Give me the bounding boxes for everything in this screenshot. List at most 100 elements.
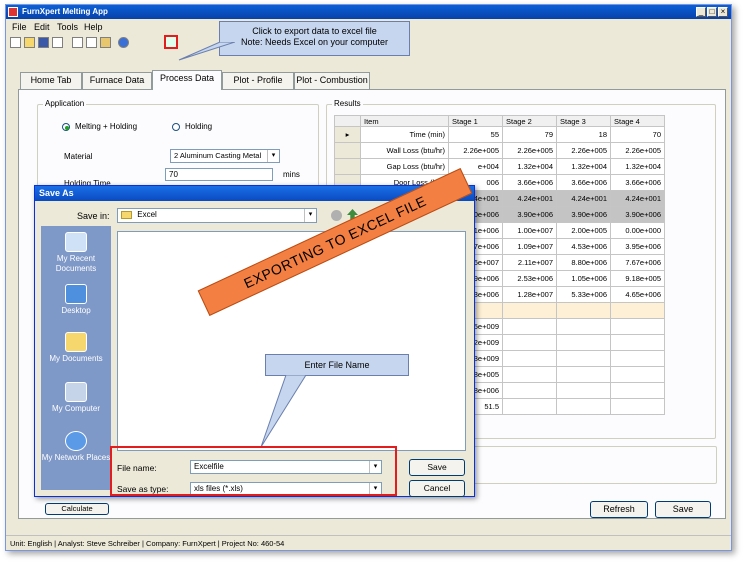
value-cell: 70 <box>610 126 665 143</box>
menu-tools[interactable]: Tools <box>57 22 78 32</box>
value-cell <box>502 350 557 367</box>
item-cell: Gap Loss (btu/hr) <box>360 158 449 175</box>
value-cell: 3.66e+006 <box>502 174 557 191</box>
print-icon[interactable] <box>52 37 63 48</box>
status-text: Unit: English | Analyst: Steve Schreiber… <box>10 539 285 548</box>
cut-icon[interactable] <box>72 37 83 48</box>
menu-edit[interactable]: Edit <box>34 22 50 32</box>
help-icon[interactable] <box>118 37 129 48</box>
back-icon[interactable] <box>331 210 342 221</box>
save-in-select[interactable]: Excel ▾ <box>117 208 317 223</box>
status-bar: Unit: English | Analyst: Steve Schreiber… <box>6 535 731 551</box>
value-cell: 4.24e+001 <box>502 190 557 207</box>
save-button[interactable]: Save <box>655 501 711 518</box>
tab-process-data[interactable]: Process Data <box>152 70 222 90</box>
value-cell: 2.53e+006 <box>502 270 557 287</box>
place-network[interactable]: My Network Places <box>41 431 111 463</box>
value-cell <box>610 366 665 383</box>
place-my-documents[interactable]: My Documents <box>41 332 111 364</box>
calculate-button[interactable]: Calculate <box>45 503 109 515</box>
column-header[interactable]: Stage 3 <box>556 115 611 127</box>
chevron-down-icon[interactable]: ▾ <box>304 209 316 222</box>
menu-file[interactable]: File <box>12 22 27 32</box>
desktop-icon <box>65 284 87 304</box>
radio-melting-holding[interactable] <box>62 123 70 131</box>
table-row[interactable]: Gap Loss (btu/hr) e+004 1.32e+004 1.32e+004… <box>334 158 665 175</box>
value-cell <box>502 382 557 399</box>
save-in-label: Save in: <box>77 211 110 221</box>
material-select[interactable]: 2 Aluminum Casting Metal ▾ <box>170 149 280 163</box>
place-network-label: My Network Places <box>41 453 111 462</box>
tab-furnace-data[interactable]: Furnace Data <box>82 72 152 89</box>
value-cell: 2.26e+005 <box>610 142 665 159</box>
save-disk-icon[interactable] <box>38 37 49 48</box>
callout-line1: Click to export data to excel file <box>252 26 377 36</box>
holding-time-input[interactable]: 70 <box>165 168 273 181</box>
value-cell <box>610 302 665 319</box>
tab-home[interactable]: Home Tab <box>20 72 82 89</box>
row-header[interactable]: ▸ <box>334 126 361 143</box>
my-documents-icon <box>65 332 87 352</box>
open-folder-icon[interactable] <box>24 37 35 48</box>
value-cell: 3.66e+006 <box>556 174 611 191</box>
place-recent-documents[interactable]: My Recent Documents <box>41 232 111 274</box>
value-cell: 8.80e+006 <box>556 254 611 271</box>
dialog-cancel-button[interactable]: Cancel <box>409 480 465 497</box>
close-button[interactable]: × <box>718 7 728 17</box>
value-cell <box>502 318 557 335</box>
value-cell <box>502 334 557 351</box>
value-cell <box>502 398 557 415</box>
value-cell: 2.26e+005 <box>556 142 611 159</box>
place-my-computer[interactable]: My Computer <box>41 382 111 414</box>
minimize-button[interactable]: _ <box>696 7 706 17</box>
place-recent-label: My Recent Documents <box>55 254 97 273</box>
chevron-down-icon[interactable]: ▾ <box>267 150 279 162</box>
row-header[interactable] <box>334 142 361 159</box>
column-header[interactable]: Stage 2 <box>502 115 557 127</box>
app-title-bar: FurnXpert Melting App <box>6 5 731 19</box>
value-cell: 3.95e+006 <box>610 238 665 255</box>
tab-plot-combustion[interactable]: Plot - Combustion <box>294 72 370 89</box>
value-cell: 18 <box>556 126 611 143</box>
refresh-button[interactable]: Refresh <box>590 501 648 518</box>
value-cell: 2.11e+007 <box>502 254 557 271</box>
value-cell: 0.00e+000 <box>610 222 665 239</box>
value-cell: 55 <box>448 126 503 143</box>
value-cell: 7.67e+006 <box>610 254 665 271</box>
maximize-button[interactable]: □ <box>707 7 717 17</box>
column-header[interactable]: Stage 1 <box>448 115 503 127</box>
column-header[interactable]: Stage 4 <box>610 115 665 127</box>
menu-help[interactable]: Help <box>84 22 103 32</box>
value-cell: 3.90e+006 <box>502 206 557 223</box>
table-row[interactable]: ▸ Time (min) 55 79 18 70 <box>334 126 665 143</box>
callout-pointer <box>178 42 235 61</box>
item-cell: Wall Loss (btu/hr) <box>360 142 449 159</box>
value-cell: 4.65e+006 <box>610 286 665 303</box>
column-header[interactable]: Item <box>360 115 449 127</box>
lower-panel <box>439 446 717 484</box>
row-header[interactable] <box>334 158 361 175</box>
value-cell: 4.24e+001 <box>556 190 611 207</box>
paste-icon[interactable] <box>100 37 111 48</box>
value-cell: 3.90e+006 <box>556 206 611 223</box>
value-cell: 1.32e+004 <box>610 158 665 175</box>
place-my-computer-label: My Computer <box>51 404 100 413</box>
copy-icon[interactable] <box>86 37 97 48</box>
material-label: Material <box>64 152 93 161</box>
tab-plot-profile[interactable]: Plot - Profile <box>222 72 294 89</box>
tab-strip: Home Tab Furnace Data Process Data Plot … <box>20 70 720 90</box>
app-title: FurnXpert Melting App <box>22 7 108 16</box>
value-cell: 2.26e+005 <box>502 142 557 159</box>
enter-callout-pointer <box>260 375 307 448</box>
place-desktop[interactable]: Desktop <box>41 284 111 316</box>
results-legend: Results <box>332 99 363 108</box>
dialog-save-button[interactable]: Save <box>409 459 465 476</box>
value-cell <box>556 398 611 415</box>
value-cell: 5.33e+006 <box>556 286 611 303</box>
value-cell <box>610 318 665 335</box>
table-row[interactable]: Wall Loss (btu/hr) 2.26e+005 2.26e+005 2.26… <box>334 142 665 159</box>
radio-holding[interactable] <box>172 123 180 131</box>
new-file-icon[interactable] <box>10 37 21 48</box>
network-places-icon <box>65 431 87 451</box>
place-my-documents-label: My Documents <box>49 354 103 363</box>
